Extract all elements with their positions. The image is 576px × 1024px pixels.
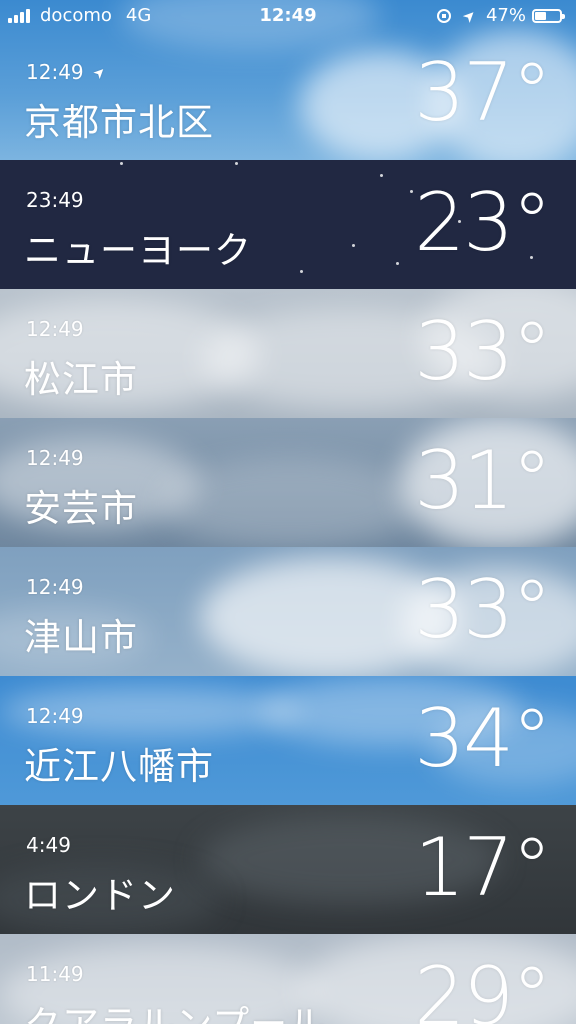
temperature: 34° [414,692,552,785]
status-bar: docomo 4G 12:49 ➤ 47% [0,0,576,32]
temperature: 33° [414,305,552,398]
city-name: 津山市 [24,616,138,659]
local-time: 12:49 ➤ [26,60,110,84]
city-name: 近江八幡市 [24,745,214,788]
battery-percent: 47% [485,5,526,26]
city-name: クアラルンプール [24,994,326,1024]
city-name: 安芸市 [24,487,138,530]
local-time: 12:49 [26,317,84,341]
city-row[interactable]: 4:49 ロンドン 17° [0,805,576,934]
weather-app-screen: docomo 4G 12:49 ➤ 47% 12:49➤ 京都市北区 37° [0,0,576,1024]
local-time: 4:49 [26,833,71,857]
temperature: 31° [414,434,552,527]
city-row[interactable]: 12:49 近江八幡市 34° [0,676,576,805]
local-time: 12:49 [26,446,84,470]
location-arrow-icon: ➤ [458,4,481,27]
city-name: ロンドン [24,874,176,917]
rotation-lock-icon [437,8,452,23]
local-time: 12:49 [26,575,84,599]
city-row[interactable]: 12:49 松江市 33° [0,289,576,418]
battery-level [535,11,547,20]
battery-icon [532,8,565,23]
city-name: 京都市北区 [24,101,214,144]
city-list: 12:49 ➤ 京都市北区 37° 23:49 ニューヨーク 23° 12:49… [0,0,576,1024]
local-time: 23:49 [26,188,84,212]
city-name: ニューヨーク [24,229,252,272]
temperature: 17° [414,821,552,914]
temperature: 37° [414,46,552,139]
temperature: 29° [414,950,552,1024]
city-row[interactable]: 23:49 ニューヨーク 23° [0,160,576,289]
city-row[interactable]: 12:49 安芸市 31° [0,418,576,547]
status-right: ➤ 47% [437,4,565,27]
temperature: 23° [414,176,552,269]
local-time: 11:49 [26,962,84,986]
temperature: 33° [414,563,552,656]
city-row[interactable]: 11:49 クアラルンプール 29° [0,934,576,1024]
local-time: 12:49 [26,704,84,728]
city-row[interactable]: 12:49 津山市 33° [0,547,576,676]
city-name: 松江市 [24,358,138,401]
